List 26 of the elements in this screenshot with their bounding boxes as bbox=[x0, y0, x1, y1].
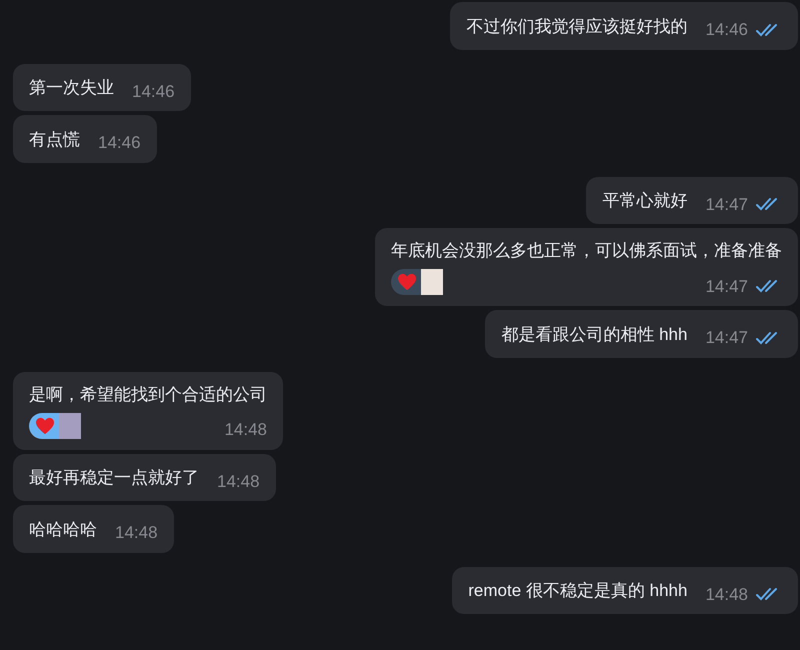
message-time: 14:46 bbox=[132, 80, 175, 102]
message-text: 平常心就好 bbox=[602, 190, 688, 212]
message-text: 是啊，希望能找到个合适的公司 bbox=[29, 384, 267, 406]
message-text: 第一次失业 bbox=[29, 77, 114, 99]
avatar bbox=[59, 412, 81, 438]
message-text: 哈哈哈哈 bbox=[29, 518, 97, 540]
message-text: 年底机会没那么多也正常，可以佛系面试，准备准备 bbox=[391, 240, 782, 262]
message-time: 14:46 bbox=[98, 132, 141, 154]
message-time: 14:48 bbox=[705, 584, 748, 606]
message-time: 14:47 bbox=[705, 276, 748, 298]
message-time: 14:47 bbox=[705, 327, 748, 349]
heart-icon bbox=[35, 416, 55, 434]
message-text: 有点慌 bbox=[29, 128, 80, 150]
message-time: 14:48 bbox=[224, 419, 267, 441]
message-text: 最好再稳定一点就好了 bbox=[29, 467, 199, 489]
avatar bbox=[421, 269, 443, 295]
message-text: 都是看跟公司的相性 hhh bbox=[501, 324, 688, 346]
message-time: 14:47 bbox=[705, 194, 748, 216]
message-text: remote 很不稳定是真的 hhhh bbox=[468, 580, 688, 602]
message-text: 不过你们我觉得应该挺好找的 bbox=[466, 16, 688, 38]
heart-reaction[interactable] bbox=[391, 269, 443, 295]
heart-reaction[interactable] bbox=[29, 412, 81, 438]
message-time: 14:48 bbox=[217, 470, 260, 492]
message-time: 14:46 bbox=[705, 19, 748, 41]
message-time: 14:48 bbox=[115, 522, 158, 544]
heart-icon bbox=[397, 273, 417, 291]
